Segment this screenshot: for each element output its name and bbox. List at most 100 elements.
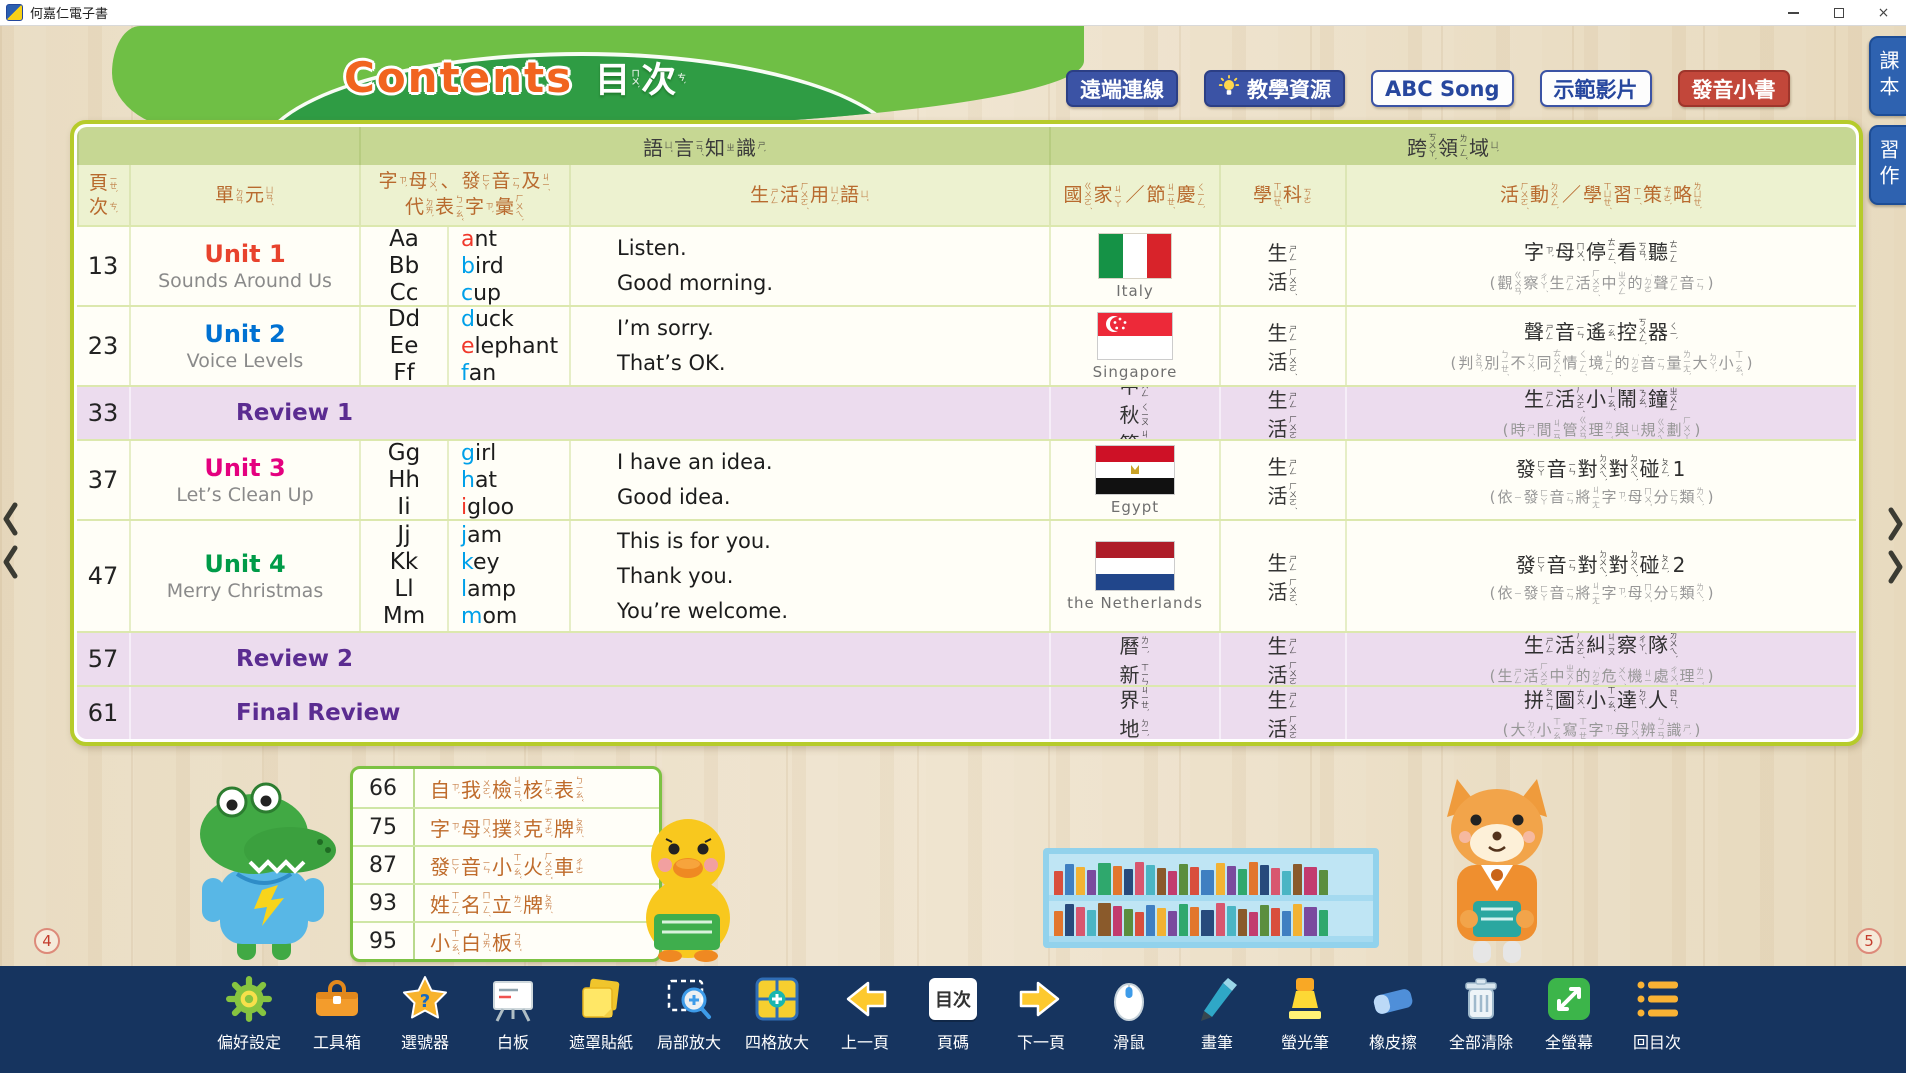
group-header-language: 語ㄩˇ言ㄧㄢˊ知ㄓ識ㄕˋ [359, 127, 1049, 165]
sticker-icon [577, 971, 625, 1027]
col-header-letters: 字ㄗˋ母ㄇㄨˇ、發ㄈㄚ音ㄧㄣ及ㄐㄧˊ代ㄉㄞˋ表ㄅㄧㄠˇ字ㄗˋ彙ㄏㄨㄟˋ [359, 165, 569, 225]
toc-row-unit-47[interactable]: 47Unit 4Merry ChristmasJjKkLlMmjamkeylam… [77, 519, 1856, 631]
abc-song-button[interactable]: ABC Song [1371, 70, 1514, 107]
unit-cell: Unit 4Merry Christmas [129, 521, 359, 631]
toolbar-item-label: 回目次 [1633, 1029, 1681, 1053]
book-spine [1087, 910, 1096, 936]
maximize-button[interactable] [1816, 0, 1861, 25]
toc-row-review-57[interactable]: 57Review 2農ㄋㄨㄥˊ曆ㄌㄧˋ新ㄒㄧㄣ年ㄋㄧㄢˊ生ㄕㄥ活ㄏㄨㄛˊ生ㄕㄥ活… [77, 631, 1856, 685]
extras-row-75[interactable]: 75字ㄗˋ母ㄇㄨˇ撲ㄆㄨ克ㄎㄜˋ牌ㄆㄞˊ [353, 807, 659, 845]
book-spine [1179, 904, 1188, 936]
toc-row-unit-37[interactable]: 37Unit 3Let’s Clean UpGgHhIigirlhatigloo… [77, 439, 1856, 519]
toolbar-item-quad-zoom[interactable]: 四格放大 [741, 971, 813, 1053]
toolbar-item-mouse[interactable]: 滑鼠 [1093, 971, 1165, 1053]
toolbar-item-eraser[interactable]: 橡皮擦 [1357, 971, 1429, 1053]
shiba-dog-mascot-icon [1421, 775, 1573, 969]
book-spine [1179, 864, 1188, 895]
toolbar-item-arrow-left[interactable]: 上一頁 [829, 971, 901, 1053]
extras-page-number: 87 [353, 847, 415, 883]
svg-text:?: ? [420, 991, 430, 1012]
activity-note: (生ㄕㄥ活ㄏㄨㄛˊ中ㄓㄨㄥ的˙ㄉㄜ危ㄨㄟˊ機ㄐㄧ處ㄔㄨˇ理ㄌㄧˇ) [1488, 661, 1716, 685]
prev-page-edge-arrows[interactable] [2, 500, 19, 588]
page-number-cell: 33 [77, 387, 129, 439]
toolbar-item-label: 上一頁 [841, 1029, 889, 1053]
toolbar-item-label: 頁碼 [937, 1029, 969, 1053]
toc-row-unit-23[interactable]: 23Unit 2Voice LevelsDdEeFfduckelephantfa… [77, 305, 1856, 385]
toc-row-review-61[interactable]: 61Final Review世ㄕˋ界ㄐㄧㄝˋ地ㄉㄧˋ圖ㄊㄨˊ生ㄕㄥ活ㄏㄨㄛˊ拼ㄆ… [77, 685, 1856, 739]
extras-page-number: 75 [353, 809, 415, 845]
remote-connection-button-label: 遠端連線 [1080, 74, 1164, 104]
review-title: Final Review [236, 700, 400, 726]
book-spine [1146, 905, 1155, 936]
flag-label: Singapore [1093, 363, 1178, 381]
teaching-resources-button[interactable]: 教學資源 [1204, 70, 1345, 107]
pen-icon [1193, 971, 1241, 1027]
right-page-number-value: 5 [1864, 932, 1874, 950]
book-spine [1282, 911, 1291, 936]
maximize-icon [1834, 8, 1844, 18]
whiteboard-icon [489, 971, 537, 1027]
activity-note: (依ㄧ發ㄈㄚ音ㄧㄣ將ㄐㄧㄤ字ㄗˋ母ㄇㄨˇ分ㄈㄣ類ㄌㄟˋ) [1488, 581, 1716, 603]
textbook-tab[interactable]: 課本 [1869, 36, 1906, 116]
toolbar-item-label: 全部清除 [1449, 1029, 1513, 1053]
toolbar-item-menu-list[interactable]: 回目次 [1621, 971, 1693, 1053]
toolbar-item-trash[interactable]: 全部清除 [1445, 971, 1517, 1053]
subject-cell: 生ㄕㄥ活ㄏㄨㄛˊ [1219, 307, 1345, 385]
extras-row-93[interactable]: 93姓ㄒㄧㄥˋ名ㄇㄧㄥˊ立ㄌㄧˋ牌ㄆㄞˊ [353, 883, 659, 921]
book-spine [1113, 906, 1122, 936]
book-spine [1227, 866, 1236, 895]
contents-banner: Contents 目ㄇㄨˋ次ㄘˋ [112, 26, 1084, 132]
toolbar-item-partial-zoom[interactable]: 局部放大 [653, 971, 725, 1053]
toolbar-item-gear[interactable]: 偏好設定 [213, 971, 285, 1053]
toolbar-item-whiteboard[interactable]: 白板 [477, 971, 549, 1053]
toolbar-item-page-number-box[interactable]: 目次頁碼 [917, 971, 989, 1053]
book-spine [1168, 911, 1177, 936]
toolbar-item-arrow-right[interactable]: 下一頁 [1005, 971, 1077, 1053]
activity-cell: 發ㄈㄚ音ㄧㄣ對ㄉㄨㄟˋ對ㄉㄨㄟˋ碰ㄆㄥˋ1(依ㄧ發ㄈㄚ音ㄧㄣ將ㄐㄧㄤ字ㄗˋ母ㄇㄨ… [1345, 441, 1856, 519]
toc-row-unit-13[interactable]: 13Unit 1Sounds Around UsAaBbCcantbirdcup… [77, 225, 1856, 305]
flag-label: Egypt [1111, 498, 1159, 516]
extras-row-95[interactable]: 95小ㄒㄧㄠˇ白ㄅㄞˊ板ㄅㄢˇ [353, 921, 659, 959]
trash-icon [1457, 971, 1505, 1027]
activity-note: (觀ㄍㄨㄢ察ㄔㄚˊ生ㄕㄥ活ㄏㄨㄛˊ中ㄓㄨㄥ的˙ㄉㄜ聲ㄕㄥ音ㄧㄣ) [1488, 268, 1716, 296]
phonics-booklet-button[interactable]: 發音小書 [1678, 70, 1790, 107]
country-festival-cell: Singapore [1049, 307, 1219, 385]
page-number-cell: 47 [77, 521, 129, 631]
country-festival-cell: 農ㄋㄨㄥˊ曆ㄌㄧˋ新ㄒㄧㄣ年ㄋㄧㄢˊ [1049, 633, 1219, 685]
toolbar-item-sticker[interactable]: 遮罩貼紙 [565, 971, 637, 1053]
toolbar-item-star-question[interactable]: ?選號器 [389, 971, 461, 1053]
star-question-icon: ? [401, 971, 449, 1027]
country-festival-cell: 中ㄓㄨㄥ秋ㄑㄧㄡ節ㄐㄧㄝˊ [1049, 387, 1219, 439]
extras-row-66[interactable]: 66自ㄗˋ我ㄨㄛˇ檢ㄐㄧㄢˇ核ㄏㄜˊ表ㄅㄧㄠˇ [353, 769, 659, 807]
review-title: Review 1 [236, 400, 353, 426]
right-page-number: 5 [1856, 928, 1882, 954]
contents-title-zh: 目ㄇㄨˋ次ㄘˋ [595, 52, 687, 103]
toolbar-item-toolbox[interactable]: 工具箱 [301, 971, 373, 1053]
ebook-app-window: 何嘉仁電子書 × Contents 目ㄇㄨˋ次ㄘˋ 遠端連線教學資源ABC So… [0, 0, 1906, 1073]
close-button[interactable]: × [1861, 0, 1906, 25]
bottom-toolbar: 偏好設定工具箱?選號器白板遮罩貼紙局部放大四格放大上一頁 目次頁碼下一頁滑鼠畫筆螢… [0, 966, 1906, 1073]
unit-title: Unit 3 [204, 454, 285, 482]
keywords-cell: duckelephantfan [447, 307, 569, 385]
toolbar-item-pen[interactable]: 畫筆 [1181, 971, 1253, 1053]
toc-row-review-33[interactable]: 33Review 1中ㄓㄨㄥ秋ㄑㄧㄡ節ㄐㄧㄝˊ生ㄕㄥ活ㄏㄨㄛˊ生ㄕㄥ活ㄏㄨㄛˊ小… [77, 385, 1856, 439]
table-column-header-row: 頁ㄧㄝˋ次ㄘˋ單ㄉㄢ元ㄩㄢˊ字ㄗˋ母ㄇㄨˇ、發ㄈㄚ音ㄧㄣ及ㄐㄧˊ代ㄉㄞˋ表ㄅㄧㄠ… [77, 165, 1856, 225]
toolbar-item-label: 全螢幕 [1545, 1029, 1593, 1053]
extras-row-87[interactable]: 87發ㄈㄚ音ㄧㄣ小ㄒㄧㄠˇ火ㄏㄨㄛˇ車ㄔㄜ [353, 845, 659, 883]
next-page-edge-arrows[interactable] [1887, 505, 1904, 593]
minimize-button[interactable] [1771, 0, 1816, 25]
toolbar-item-highlighter[interactable]: 螢光筆 [1269, 971, 1341, 1053]
page-number-cell: 13 [77, 227, 129, 305]
activity-note: (大ㄉㄚˋ小ㄒㄧㄠˇ寫ㄒㄧㄝˇ字ㄗˋ母ㄇㄨˇ辨ㄅㄧㄢˋ識ㄕˋ) [1501, 716, 1703, 739]
remote-connection-button[interactable]: 遠端連線 [1066, 70, 1178, 107]
demo-video-button[interactable]: 示範影片 [1540, 70, 1652, 107]
book-spine [1227, 906, 1236, 936]
table-group-header-row: 語ㄩˇ言ㄧㄢˊ知ㄓ識ㄕˋ跨ㄎㄨㄚˋ領ㄌㄧㄥˇ域ㄩˋ [77, 127, 1856, 165]
workbook-tab[interactable]: 習作 [1869, 125, 1906, 205]
book-spine [1113, 866, 1122, 895]
book-spine [1098, 903, 1111, 936]
toolbar-item-label: 螢光筆 [1281, 1029, 1329, 1053]
toolbar-item-fullscreen[interactable]: 全螢幕 [1533, 971, 1605, 1053]
toc-table: 語ㄩˇ言ㄧㄢˊ知ㄓ識ㄕˋ跨ㄎㄨㄚˋ領ㄌㄧㄥˇ域ㄩˋ頁ㄧㄝˋ次ㄘˋ單ㄉㄢ元ㄩㄢˊ字… [70, 120, 1863, 746]
activity-note: (時ㄕˊ間ㄐㄧㄢ管ㄍㄨㄢˇ理ㄌㄧˇ與ㄩˇ規ㄍㄨㄟ劃ㄏㄨㄚˋ) [1501, 415, 1703, 439]
